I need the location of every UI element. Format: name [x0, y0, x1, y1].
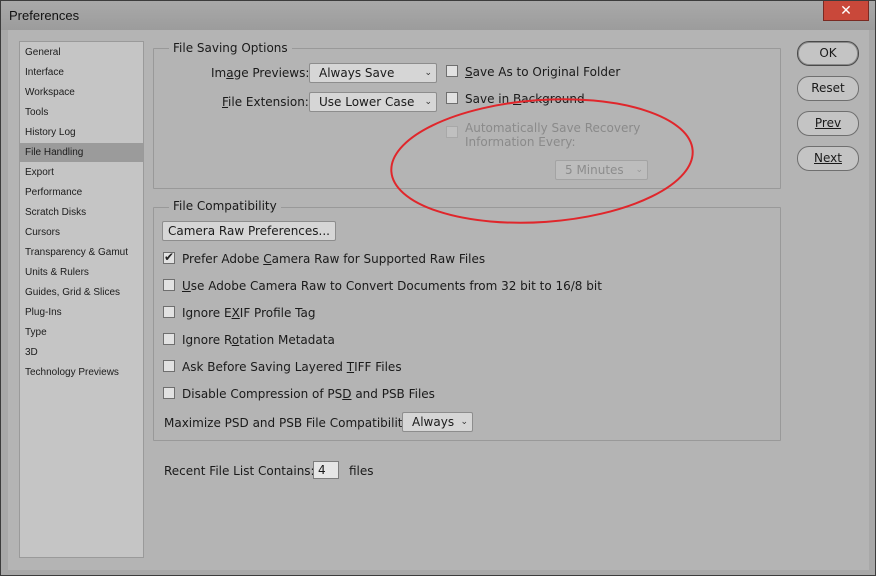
maximize-compatibility-label: Maximize PSD and PSB File Compatibility: — [164, 416, 413, 430]
close-button[interactable]: ✕ — [823, 1, 869, 21]
file-saving-options-legend: File Saving Options — [169, 41, 292, 55]
close-icon: ✕ — [840, 2, 852, 18]
sidebar-item-type[interactable]: Type — [20, 323, 143, 342]
ok-button[interactable]: OK — [797, 41, 859, 66]
title-bar[interactable]: Preferences ✕ — [1, 1, 875, 30]
recent-file-list-label: Recent File List Contains: — [164, 464, 315, 478]
image-previews-label: Image Previews: — [211, 66, 310, 80]
ask-tiff-checkbox[interactable] — [163, 360, 175, 372]
category-sidebar: General Interface Workspace Tools History Lo… — [19, 41, 144, 558]
preferences-window: Preferences ✕ General Interface Workspace T… — [0, 0, 876, 576]
image-previews-select[interactable]: Always Save ⌄ — [309, 63, 437, 83]
camera-raw-preferences-button[interactable]: Camera Raw Preferences... — [162, 221, 336, 241]
file-extension-label: File Extension: — [222, 95, 309, 109]
sidebar-item-tools[interactable]: Tools — [20, 103, 143, 122]
ignore-exif-checkbox[interactable] — [163, 306, 175, 318]
prev-button-label: Prev — [814, 116, 842, 130]
sidebar-item-general[interactable]: General — [20, 43, 143, 62]
prefer-camera-raw-label: Prefer Adobe Camera Raw for Supported Ra… — [182, 252, 486, 266]
sidebar-item-guides-grid-slices[interactable]: Guides, Grid & Slices — [20, 283, 143, 302]
ignore-rotation-checkbox[interactable] — [163, 333, 175, 345]
ignore-rotation-label: Ignore Rotation Metadata — [182, 333, 335, 347]
prev-button[interactable]: Prev — [797, 111, 859, 136]
next-button-label: Next — [814, 151, 842, 165]
maximize-compatibility-select[interactable]: Always ⌄ — [402, 412, 473, 432]
checkmark-icon: ✔ — [164, 250, 175, 264]
sidebar-item-file-handling[interactable]: File Handling — [20, 143, 143, 162]
disable-compression-checkbox[interactable] — [163, 387, 175, 399]
image-previews-value: Always Save — [319, 66, 395, 80]
chevron-down-icon: ⌄ — [424, 68, 432, 78]
sidebar-item-cursors[interactable]: Cursors — [20, 223, 143, 242]
sidebar-item-history-log[interactable]: History Log — [20, 123, 143, 142]
window-title: Preferences — [9, 8, 80, 23]
disable-compression-label: Disable Compression of PSD and PSB Files — [182, 387, 435, 401]
sidebar-item-export[interactable]: Export — [20, 163, 143, 182]
sidebar-item-performance[interactable]: Performance — [20, 183, 143, 202]
ignore-exif-label: Ignore EXIF Profile Tag — [182, 306, 316, 320]
sidebar-item-interface[interactable]: Interface — [20, 63, 143, 82]
chevron-down-icon: ⌄ — [460, 417, 468, 427]
sidebar-item-units-rulers[interactable]: Units & Rulers — [20, 263, 143, 282]
save-as-original-checkbox[interactable] — [446, 65, 458, 77]
prefer-camera-raw-checkbox[interactable]: ✔ — [163, 250, 175, 264]
sidebar-item-scratch-disks[interactable]: Scratch Disks — [20, 203, 143, 222]
file-compatibility-group — [153, 207, 781, 441]
sidebar-item-3d[interactable]: 3D — [20, 343, 143, 362]
sidebar-item-workspace[interactable]: Workspace — [20, 83, 143, 102]
next-button[interactable]: Next — [797, 146, 859, 171]
recent-file-suffix: files — [349, 464, 374, 478]
recent-file-count-input[interactable]: 4 — [313, 461, 339, 479]
sidebar-item-transparency-gamut[interactable]: Transparency & Gamut — [20, 243, 143, 262]
file-compatibility-legend: File Compatibility — [169, 199, 281, 213]
use-camera-raw-convert-label: Use Adobe Camera Raw to Convert Document… — [182, 279, 602, 293]
annotation-ellipse — [390, 98, 694, 224]
save-as-original-label: Save As to Original Folder — [465, 65, 621, 79]
dialog-content: General Interface Workspace Tools History Lo… — [8, 30, 869, 570]
ask-tiff-label: Ask Before Saving Layered TIFF Files — [182, 360, 402, 374]
sidebar-item-plug-ins[interactable]: Plug-Ins — [20, 303, 143, 322]
sidebar-item-technology-previews[interactable]: Technology Previews — [20, 363, 143, 382]
reset-button[interactable]: Reset — [797, 76, 859, 101]
use-camera-raw-convert-checkbox[interactable] — [163, 279, 175, 291]
maximize-compatibility-value: Always — [412, 415, 455, 429]
